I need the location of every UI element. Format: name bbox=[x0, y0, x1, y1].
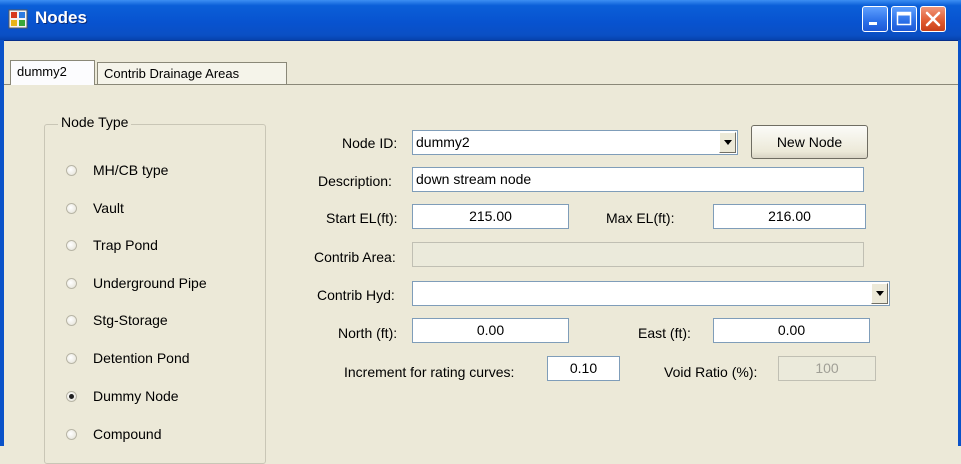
description-value: down stream node bbox=[416, 171, 532, 187]
void-ratio-field[interactable]: 100 bbox=[778, 356, 876, 381]
description-label: Description: bbox=[318, 173, 392, 189]
north-field[interactable]: 0.00 bbox=[412, 318, 569, 343]
tab-label: dummy2 bbox=[17, 64, 67, 79]
node-id-combo[interactable]: dummy2 bbox=[412, 130, 738, 155]
radio-label: Vault bbox=[93, 200, 124, 216]
radio-indicator[interactable] bbox=[66, 164, 77, 176]
east-field[interactable]: 0.00 bbox=[713, 318, 870, 343]
tab-label: Contrib Drainage Areas bbox=[104, 66, 240, 81]
title-bar[interactable]: Nodes bbox=[0, 0, 961, 41]
north-value: 0.00 bbox=[476, 322, 505, 338]
node-id-value: dummy2 bbox=[416, 134, 470, 150]
north-label: North (ft): bbox=[338, 325, 398, 341]
void-ratio-value: 100 bbox=[815, 360, 839, 376]
tab-contrib-drainage-areas[interactable]: Contrib Drainage Areas bbox=[97, 62, 287, 84]
east-value: 0.00 bbox=[777, 322, 806, 338]
radio-vault[interactable]: Vault bbox=[66, 198, 124, 218]
radio-label: Dummy Node bbox=[93, 388, 179, 404]
chevron-down-icon[interactable] bbox=[871, 283, 888, 304]
radio-mh-cb-type[interactable]: MH/CB type bbox=[66, 160, 168, 180]
max-el-value: 216.00 bbox=[768, 208, 811, 224]
maximize-button[interactable] bbox=[891, 6, 917, 32]
radio-label: Underground Pipe bbox=[93, 275, 207, 291]
radio-indicator[interactable] bbox=[66, 239, 77, 251]
east-label: East (ft): bbox=[638, 325, 691, 341]
minimize-icon bbox=[869, 22, 877, 25]
radio-stg-storage[interactable]: Stg-Storage bbox=[66, 310, 168, 330]
radio-label: MH/CB type bbox=[93, 162, 169, 178]
radio-label: Stg-Storage bbox=[93, 312, 168, 328]
tab-dummy2[interactable]: dummy2 bbox=[10, 60, 95, 85]
increment-field[interactable]: 0.10 bbox=[547, 356, 620, 381]
new-node-button[interactable]: New Node bbox=[751, 125, 868, 159]
max-el-field[interactable]: 216.00 bbox=[713, 204, 866, 229]
close-icon bbox=[925, 11, 941, 27]
new-node-label: New Node bbox=[776, 134, 843, 150]
radio-compound[interactable]: Compound bbox=[66, 424, 162, 444]
start-el-field[interactable]: 215.00 bbox=[412, 204, 569, 229]
radio-indicator[interactable] bbox=[66, 277, 77, 289]
app-icon bbox=[8, 9, 28, 29]
radio-label: Compound bbox=[93, 426, 162, 442]
radio-indicator-checked[interactable] bbox=[66, 390, 77, 402]
radio-label: Trap Pond bbox=[93, 237, 158, 253]
radio-indicator[interactable] bbox=[66, 428, 77, 440]
radio-indicator[interactable] bbox=[66, 352, 77, 364]
close-button[interactable] bbox=[920, 6, 946, 32]
minimize-button[interactable] bbox=[862, 6, 888, 32]
max-el-label: Max EL(ft): bbox=[606, 210, 675, 226]
node-id-label: Node ID: bbox=[342, 135, 398, 151]
start-el-value: 215.00 bbox=[469, 208, 512, 224]
description-field[interactable]: down stream node bbox=[412, 167, 864, 192]
contrib-area-label: Contrib Area: bbox=[314, 249, 396, 265]
radio-label: Detention Pond bbox=[93, 350, 190, 366]
radio-trap-pond[interactable]: Trap Pond bbox=[66, 235, 158, 255]
node-type-legend: Node Type bbox=[58, 114, 132, 130]
start-el-label: Start EL(ft): bbox=[326, 210, 398, 226]
maximize-icon bbox=[896, 11, 912, 26]
radio-underground-pipe[interactable]: Underground Pipe bbox=[66, 273, 207, 293]
void-ratio-label: Void Ratio (%): bbox=[664, 364, 758, 380]
contrib-area-field[interactable] bbox=[412, 242, 864, 267]
increment-value: 0.10 bbox=[569, 360, 598, 376]
increment-label: Increment for rating curves: bbox=[344, 364, 515, 380]
window-title: Nodes bbox=[35, 8, 87, 27]
chevron-down-icon[interactable] bbox=[719, 132, 736, 153]
radio-indicator[interactable] bbox=[66, 314, 77, 326]
radio-detention-pond[interactable]: Detention Pond bbox=[66, 348, 190, 368]
radio-indicator[interactable] bbox=[66, 202, 77, 214]
contrib-hyd-combo[interactable] bbox=[412, 281, 890, 306]
contrib-hyd-label: Contrib Hyd: bbox=[317, 287, 395, 303]
radio-dummy-node[interactable]: Dummy Node bbox=[66, 386, 179, 406]
